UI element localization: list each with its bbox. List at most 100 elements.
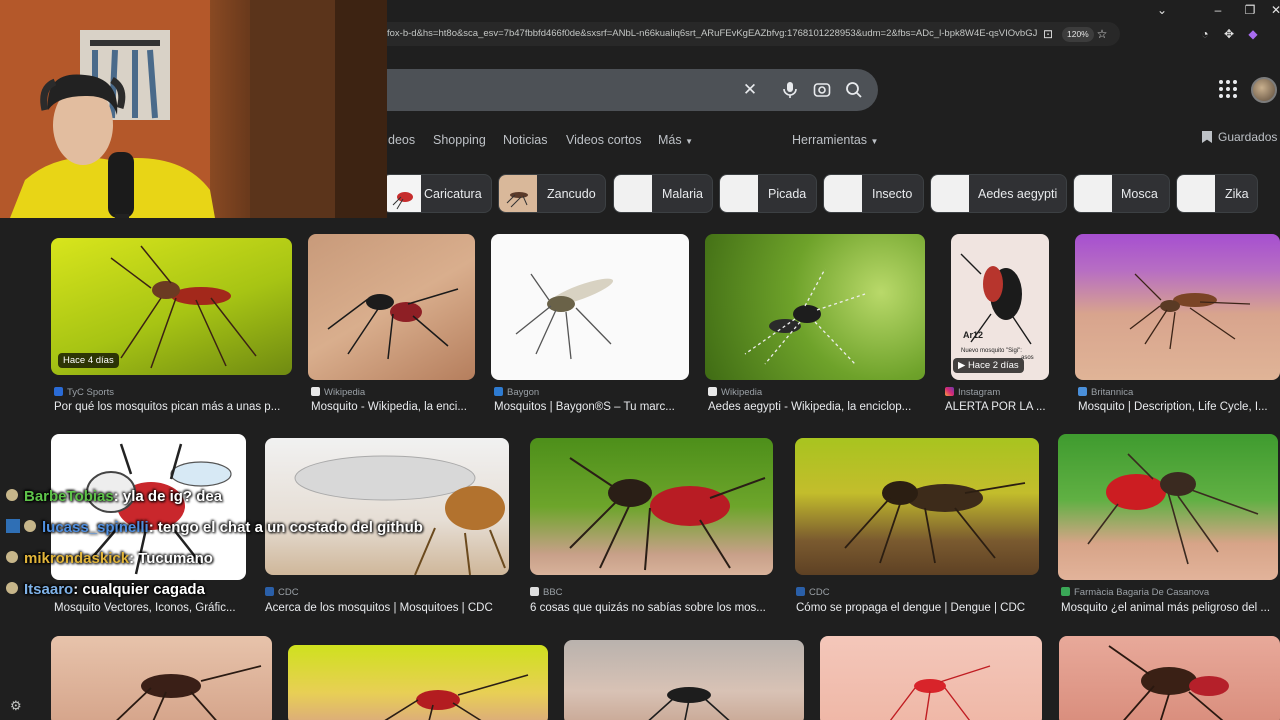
result-image[interactable]	[530, 438, 773, 575]
webcam-overlay	[0, 0, 387, 218]
moderator-icon	[6, 519, 20, 533]
caret-down-icon: ▼	[685, 137, 694, 146]
result-title[interactable]: Mosquitos | Baygon®S – Tu marc...	[494, 401, 689, 413]
zoom-level[interactable]: 120%	[1062, 27, 1094, 42]
chip-mosca[interactable]: Mosca	[1073, 174, 1170, 213]
clear-icon[interactable]: ✕	[740, 80, 760, 100]
search-icon[interactable]	[844, 80, 864, 100]
result-source: Wikipedia	[311, 387, 365, 398]
result-title[interactable]: Aedes aegypti - Wikipedia, la enciclop..…	[708, 401, 925, 413]
chip-thumbnail	[1074, 175, 1112, 212]
chat-message: Itsaaro: cualquier cagada	[6, 581, 205, 601]
result-image[interactable]	[1059, 636, 1280, 720]
chip-insecto[interactable]: Insecto	[823, 174, 924, 213]
chat-message: BarbeTobias: yla de ig? dea	[6, 488, 222, 508]
result-image[interactable]	[1075, 234, 1280, 380]
result-source-name: CDC	[278, 587, 299, 598]
result-title[interactable]: Por qué los mosquitos pican más a unas p…	[54, 401, 292, 413]
result-image[interactable]	[308, 234, 475, 380]
tyc-favicon-icon	[54, 387, 63, 396]
lens-icon[interactable]	[812, 80, 832, 100]
result-title[interactable]: Mosquito - Wikipedia, la enci...	[311, 401, 475, 413]
result-image[interactable]: Ar12 Nuevo mosquito "Sigi": asos ▶ Hace …	[951, 234, 1049, 380]
url-text[interactable]: fox-b-d&hs=ht8o&sca_esv=7b47fbbfd466f0de…	[387, 28, 1037, 39]
chat-message: mikrondaskick: Tucumano	[6, 550, 213, 570]
chip-zancudo[interactable]: Zancudo	[498, 174, 606, 213]
close-icon[interactable]: ✕	[1260, 0, 1280, 20]
star-icon[interactable]: ☆	[1094, 26, 1110, 42]
apps-grid-icon[interactable]	[1219, 80, 1237, 98]
result-image[interactable]	[564, 640, 804, 720]
tools-button[interactable]: Herramientas ▼	[792, 133, 878, 151]
result-image[interactable]	[491, 234, 689, 380]
result-source: CDC	[796, 587, 830, 598]
account-avatar[interactable]	[1251, 77, 1277, 103]
chip-thumbnail	[499, 175, 537, 212]
saved-button[interactable]: Guardados	[1202, 130, 1277, 144]
result-image[interactable]	[1058, 434, 1278, 580]
pharmacy-favicon-icon	[1061, 587, 1070, 596]
tools-label: Herramientas	[792, 133, 868, 147]
instagram-favicon-icon	[945, 387, 954, 396]
result-badge: ▶ Hace 2 días	[953, 358, 1024, 373]
sync-icon[interactable]: ◔	[1197, 26, 1213, 42]
chevron-down-icon[interactable]: ⌄	[1146, 0, 1178, 20]
chat-text: : Tucumano	[129, 550, 213, 567]
result-image[interactable]	[265, 438, 509, 575]
chip-aedes-aegypti[interactable]: Aedes aegypti	[930, 174, 1067, 213]
chat-text: : tengo el chat a un costado del github	[148, 519, 423, 536]
minimize-icon[interactable]: –	[1202, 0, 1234, 20]
install-icon[interactable]: ⊡	[1040, 26, 1056, 42]
chip-label: Zika	[1225, 187, 1249, 201]
result-image[interactable]	[705, 234, 925, 380]
result-image[interactable]	[51, 636, 272, 720]
chip-thumbnail	[614, 175, 652, 212]
chip-thumbnail	[720, 175, 758, 212]
chat-username: BarbeTobias	[24, 488, 114, 505]
chip-label: Zancudo	[547, 187, 596, 201]
tab-more[interactable]: Más ▼	[658, 133, 693, 151]
result-image[interactable]	[288, 645, 548, 720]
chip-picada[interactable]: Picada	[719, 174, 817, 213]
result-image[interactable]	[795, 438, 1039, 575]
mic-icon[interactable]	[780, 80, 800, 100]
gear-icon[interactable]: ⚙	[10, 698, 22, 714]
chip-malaria[interactable]: Malaria	[613, 174, 713, 213]
britannica-favicon-icon	[1078, 387, 1087, 396]
result-image[interactable]: Hace 4 días	[51, 238, 292, 375]
image-caption: Nuevo mosquito "Sigi":	[961, 348, 1022, 354]
result-title[interactable]: Mosquito Vectores, Iconos, Gráfic...	[54, 602, 246, 614]
result-title[interactable]: Cómo se propaga el dengue | Dengue | CDC	[796, 602, 1039, 614]
extensions-icon[interactable]: ✥	[1221, 26, 1237, 42]
chip-caricatura[interactable]: Caricatura	[382, 174, 492, 213]
cdc-favicon-icon	[265, 587, 274, 596]
chip-label: Picada	[768, 187, 807, 201]
chip-zika[interactable]: Zika	[1176, 174, 1258, 213]
badge-icon	[6, 551, 18, 563]
tab-short-videos[interactable]: Videos cortos	[566, 133, 642, 151]
tab-videos[interactable]: deos	[388, 133, 415, 151]
result-title[interactable]: Mosquito | Description, Life Cycle, I...	[1078, 401, 1275, 413]
baygon-favicon-icon	[494, 387, 503, 396]
extension-icon[interactable]: ◆	[1245, 26, 1261, 42]
result-source: CDC	[265, 587, 299, 598]
tab-more-label: Más	[658, 133, 682, 147]
result-source-name: BBC	[543, 587, 563, 598]
result-title[interactable]: ALERTA POR LA ...	[945, 401, 1057, 413]
result-title[interactable]: 6 cosas que quizás no sabías sobre los m…	[530, 602, 773, 614]
result-source-name: Wikipedia	[721, 387, 763, 398]
tab-shopping[interactable]: Shopping	[433, 133, 486, 151]
chip-thumbnail	[1177, 175, 1215, 212]
badge-icon	[6, 489, 18, 501]
result-title[interactable]: Mosquito ¿el animal más peligroso del ..…	[1061, 602, 1275, 614]
chip-thumbnail	[931, 175, 969, 212]
result-source-name: Instagram	[958, 387, 1001, 398]
result-source-name: Farmàcia Bagaria De Casanova	[1074, 587, 1210, 598]
wikipedia-favicon-icon	[708, 387, 717, 396]
result-image[interactable]	[820, 636, 1042, 720]
tab-news[interactable]: Noticias	[503, 133, 547, 151]
result-source-name: Britannica	[1091, 387, 1134, 398]
result-title[interactable]: Acerca de los mosquitos | Mosquitoes | C…	[265, 602, 509, 614]
search-box[interactable]: ✕	[330, 69, 878, 111]
result-source: BBC	[530, 587, 563, 598]
